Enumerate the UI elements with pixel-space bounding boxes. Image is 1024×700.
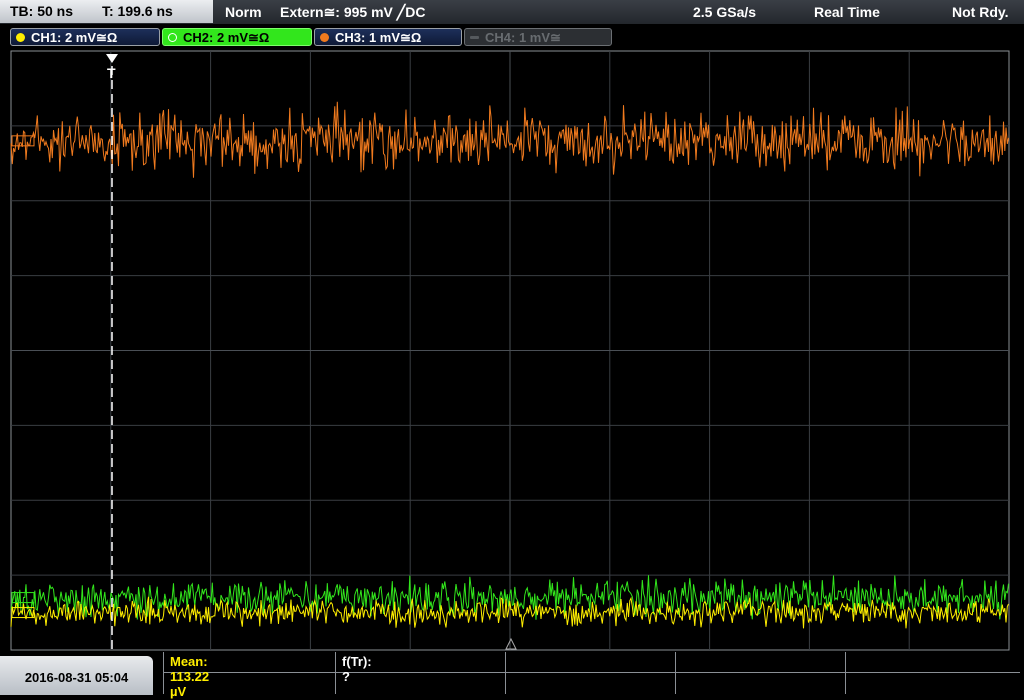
channel-3-button[interactable]: CH3: 1 mV≅Ω [314,28,462,46]
measurement-cell-mean[interactable]: Mean: 113.22 µV [163,652,209,699]
channel-4-indicator-icon [470,36,479,39]
trigger-marker-label: T [107,65,116,81]
trigger-time-label: T: 199.6 ns [102,3,173,19]
timebase-label: TB: 50 ns [10,3,74,19]
channel-3-label: CH3: 1 mV≅Ω [335,30,422,45]
acquisition-mode: Real Time [814,4,880,20]
channel-2-indicator-icon [168,33,177,42]
measurement-table: Mean: 113.22 µV f(Tr): ? [163,652,1020,699]
datetime-box: 2016-08-31 05:04 [0,656,153,695]
trigger-position-arrow-icon[interactable] [106,54,118,63]
channel-2-button[interactable]: CH2: 2 mV≅Ω [162,28,312,46]
trigger-level-marker-icon [505,637,517,650]
channel-1-label: CH1: 2 mV≅Ω [31,30,118,45]
datetime-label: 2016-08-31 05:04 [24,670,129,685]
channel-2-label: CH2: 2 mV≅Ω [183,30,270,45]
channel-4-label: CH4: 1 mV≅ [485,30,561,45]
measurement-cell-5[interactable] [845,652,846,694]
status-bar: TB: 50 ns T: 199.6 ns Norm Extern≅: 995 … [0,0,1024,24]
channel-3-indicator-icon [320,33,329,42]
waveform-display[interactable]: T [0,50,1024,652]
trigger-source[interactable]: Extern≅: 995 mV ╱DC [280,0,425,24]
measurement-cell-frequency[interactable]: f(Tr): ? [335,652,372,694]
channel-1-button[interactable]: CH1: 2 mV≅Ω [10,28,160,46]
measurement-cell-4[interactable] [675,652,676,694]
measurement-cell-3[interactable] [505,652,506,694]
channel-4-button[interactable]: CH4: 1 mV≅ [464,28,612,46]
measurement-divider [163,672,1020,673]
run-state: Not Rdy. [952,4,1009,20]
frequency-measurement: f(Tr): ? [342,654,372,684]
channel-bar: CH1: 2 mV≅Ω CH2: 2 mV≅Ω CH3: 1 mV≅Ω CH4:… [0,24,1024,50]
timebase-box[interactable]: TB: 50 ns T: 199.6 ns [0,0,213,23]
mean-measurement: Mean: 113.22 µV [170,654,210,699]
channel-1-indicator-icon [16,33,25,42]
sample-rate: 2.5 GSa/s [693,4,757,20]
trigger-mode[interactable]: Norm [225,0,262,24]
